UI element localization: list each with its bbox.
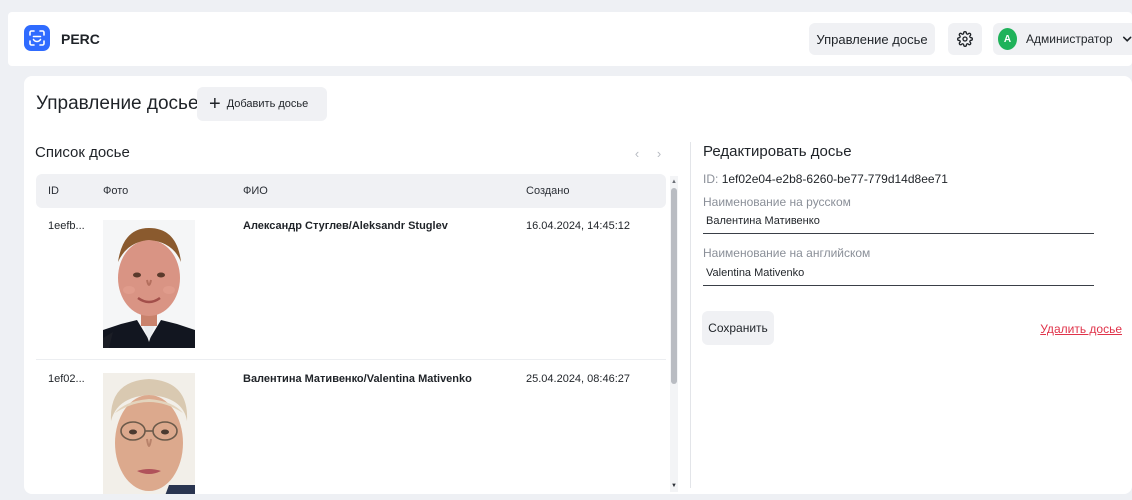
column-fio[interactable]: ФИО — [243, 185, 268, 197]
scroll-thumb[interactable] — [671, 188, 677, 384]
column-id[interactable]: ID — [48, 185, 59, 197]
list-title: Список досье — [35, 144, 130, 161]
gear-icon — [957, 31, 973, 47]
chevron-right-icon[interactable]: › — [651, 146, 667, 161]
save-button[interactable]: Сохранить — [702, 311, 774, 345]
list-scrollbar[interactable]: ▲ ▼ — [670, 176, 678, 492]
row-created: 25.04.2024, 08:46:27 — [526, 373, 630, 385]
user-name: Администратор — [1026, 32, 1113, 46]
edit-title: Редактировать досье — [703, 143, 852, 160]
add-dossier-label: Добавить досье — [226, 98, 309, 110]
dossier-id-prefix: ID: — [703, 172, 719, 186]
dossier-id: ID: 1ef02e04-e2b8-6260-be77-779d14d8ee71 — [703, 172, 948, 186]
app-logo-icon[interactable] — [24, 25, 50, 51]
add-dossier-button[interactable]: + Добавить досье — [197, 87, 327, 121]
row-fio: Александр Стуглев/Aleksandr Stuglev — [243, 220, 448, 232]
en-name-label: Наименование на английском — [703, 246, 871, 260]
row-photo — [103, 373, 195, 494]
page-title: Управление досье — [36, 93, 199, 114]
list-pager: ‹ › — [628, 142, 668, 164]
top-bar: PERC Управление досье A Администратор — [8, 12, 1132, 66]
row-created: 16.04.2024, 14:45:12 — [526, 220, 630, 232]
scroll-up-icon[interactable]: ▲ — [670, 178, 678, 186]
plus-icon: + — [209, 93, 221, 115]
app-brand: PERC — [61, 31, 100, 47]
manage-dossier-button[interactable]: Управление досье — [809, 23, 935, 55]
scroll-down-icon[interactable]: ▼ — [670, 482, 678, 490]
row-fio: Валентина Мативенко/Valentina Mativenko — [243, 373, 472, 385]
delete-dossier-link[interactable]: Удалить досье — [1040, 322, 1122, 336]
main-card: Управление досье + Добавить досье Список… — [24, 76, 1132, 494]
dossier-id-value: 1ef02e04-e2b8-6260-be77-779d14d8ee71 — [721, 172, 948, 186]
ru-name-input[interactable] — [703, 208, 1094, 234]
table-row[interactable]: 1ef02... Валентина Мативенко/Valentina M… — [36, 361, 666, 494]
panel-divider — [690, 142, 691, 488]
row-photo — [103, 220, 195, 348]
user-menu-button[interactable]: A Администратор — [993, 23, 1132, 55]
row-id: 1ef02... — [48, 373, 85, 385]
table-body: 1eefb... Александр Стуглев/Aleksandr Stu… — [36, 208, 666, 494]
ru-name-label: Наименование на русском — [703, 195, 851, 209]
avatar: A — [998, 28, 1018, 50]
chevron-left-icon[interactable]: ‹ — [629, 146, 645, 161]
settings-button[interactable] — [948, 23, 982, 55]
row-id: 1eefb... — [48, 220, 85, 232]
table-row[interactable]: 1eefb... Александр Стуглев/Aleksandr Stu… — [36, 208, 666, 360]
en-name-input[interactable] — [703, 260, 1094, 286]
table-header: ID Фото ФИО Создано — [36, 174, 666, 208]
column-created[interactable]: Создано — [526, 185, 569, 197]
chevron-down-icon — [1122, 36, 1132, 42]
column-photo[interactable]: Фото — [103, 185, 128, 197]
